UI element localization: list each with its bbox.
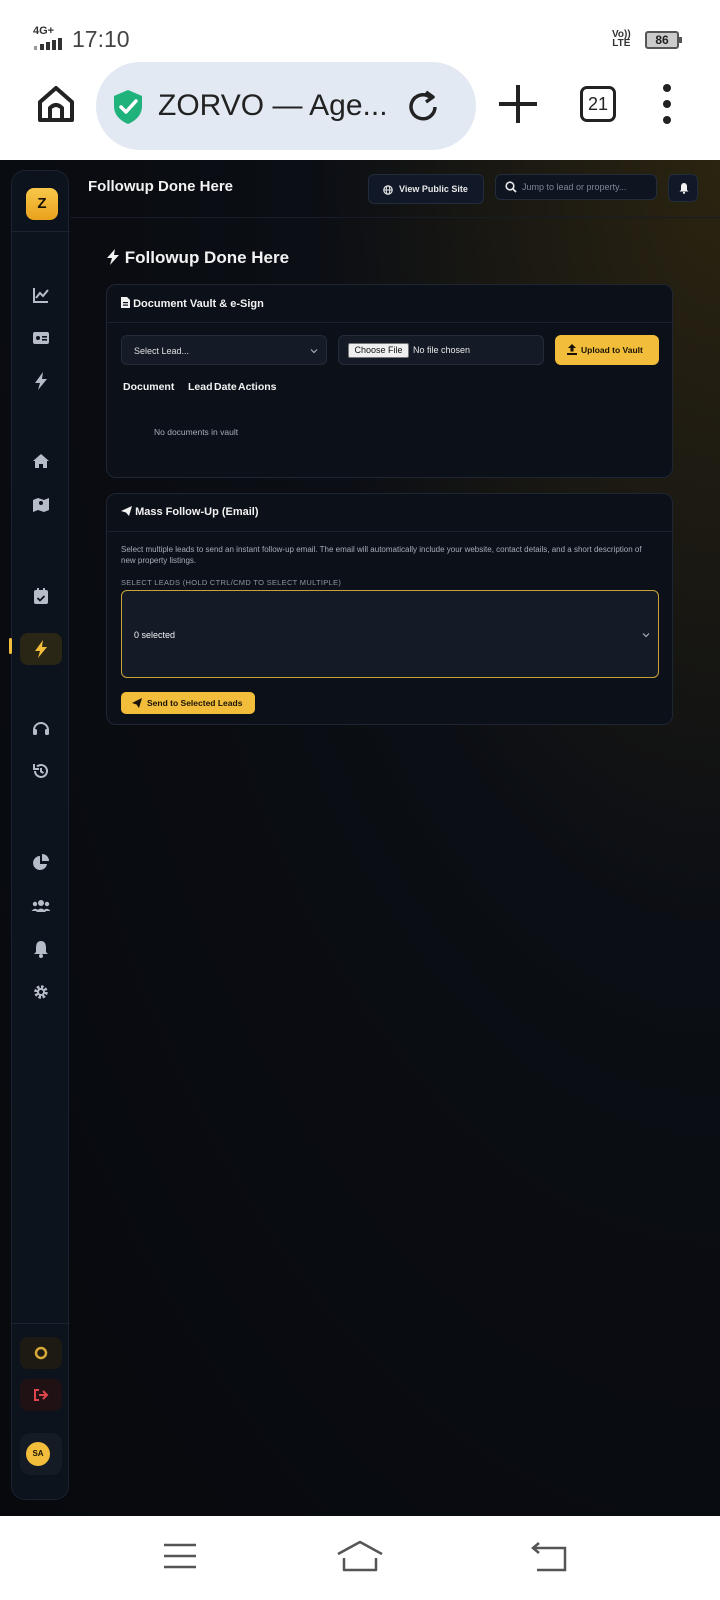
file-pdf-icon	[121, 297, 130, 308]
id-card-icon[interactable]	[30, 327, 52, 349]
map-icon[interactable]	[30, 493, 52, 515]
select-lead-value: Select Lead...	[134, 346, 190, 356]
select-leads-multiselect[interactable]: 0 selected	[121, 590, 659, 678]
globe-icon	[383, 185, 393, 195]
chart-line-icon[interactable]	[30, 284, 52, 306]
vault-title: Document Vault & e-Sign	[133, 298, 264, 310]
pie-chart-icon[interactable]	[30, 852, 52, 874]
column-header-document: Document	[123, 381, 175, 393]
column-header-lead: Lead	[188, 381, 213, 393]
new-tab-icon[interactable]	[497, 83, 539, 125]
card-header: Document Vault & e-Sign	[107, 285, 672, 323]
page-heading: Followup Done Here	[106, 248, 289, 268]
active-indicator	[9, 638, 12, 654]
page-heading-text: Followup Done Here	[124, 248, 290, 267]
bolt-icon	[107, 249, 119, 265]
app-container: Z SA Followup Done Here View Public Site…	[0, 160, 720, 1516]
history-icon[interactable]	[30, 760, 52, 782]
send-to-selected-leads-button[interactable]: Send to Selected Leads	[121, 692, 255, 714]
sidebar-divider	[12, 231, 70, 232]
choose-file-button[interactable]: Choose File	[348, 343, 409, 358]
paper-plane-icon	[132, 698, 142, 708]
view-public-site-button[interactable]: View Public Site	[368, 174, 484, 204]
reload-icon[interactable]	[404, 88, 442, 126]
page-title: ZORVO — Age...	[158, 89, 388, 122]
tab-switcher-button[interactable]: 21	[580, 86, 616, 122]
network-type: 4G+	[33, 25, 55, 37]
headset-icon[interactable]	[30, 717, 52, 739]
mass-followup-description: Select multiple leads to send an instant…	[121, 545, 642, 565]
users-icon[interactable]	[30, 895, 52, 917]
signal-icon	[34, 38, 62, 50]
chevron-down-icon	[310, 349, 318, 354]
sun-icon	[34, 1346, 48, 1360]
select-lead-dropdown[interactable]: Select Lead...	[121, 335, 327, 365]
chevron-down-icon	[642, 633, 650, 638]
app-logo[interactable]: Z	[26, 188, 58, 220]
document-vault-card: Document Vault & e-Sign Select Lead... C…	[106, 284, 673, 478]
upload-to-vault-button[interactable]: Upload to Vault	[555, 335, 659, 365]
system-home-icon[interactable]	[336, 1540, 384, 1572]
theme-toggle-button[interactable]	[20, 1337, 62, 1369]
bell-icon[interactable]	[30, 938, 52, 960]
column-header-actions: Actions	[238, 381, 277, 393]
sidebar-divider	[12, 1323, 70, 1324]
mass-followup-title: Mass Follow-Up (Email)	[135, 506, 259, 518]
file-input: Choose File No file chosen	[338, 335, 544, 365]
search-input[interactable]	[522, 179, 652, 195]
bell-icon	[679, 183, 689, 194]
paper-plane-icon	[121, 506, 132, 516]
lte-label: LTE	[612, 38, 631, 49]
logout-icon	[34, 1389, 49, 1401]
card-title: Document Vault & e-Sign	[121, 297, 264, 310]
topbar-divider	[70, 217, 720, 218]
back-icon[interactable]	[531, 1542, 567, 1572]
address-bar[interactable]: ZORVO — Age...	[96, 62, 476, 150]
sidebar: Z SA	[9, 170, 70, 1500]
system-nav-bar	[0, 1516, 720, 1600]
card-title: Mass Follow-Up (Email)	[121, 506, 259, 518]
avatar[interactable]: SA	[26, 1442, 50, 1466]
upload-label: Upload to Vault	[581, 345, 643, 355]
topbar-title: Followup Done Here	[88, 178, 234, 195]
send-label: Send to Selected Leads	[147, 698, 243, 708]
calendar-check-icon[interactable]	[30, 585, 52, 607]
upload-icon	[567, 344, 577, 355]
view-public-site-label: View Public Site	[399, 184, 468, 194]
search-icon	[505, 181, 517, 193]
clock: 17:10	[72, 26, 130, 52]
mass-followup-card: Mass Follow-Up (Email) Select multiple l…	[106, 493, 673, 725]
battery-icon: 86	[645, 31, 682, 49]
home-icon[interactable]	[30, 450, 52, 472]
notifications-button[interactable]	[668, 174, 698, 202]
overflow-menu-icon[interactable]	[660, 84, 674, 124]
volte-indicator: Vo)) LTE	[612, 30, 631, 49]
column-header-date: Date	[214, 381, 237, 393]
browser-home-icon[interactable]	[36, 84, 76, 124]
no-file-label: No file chosen	[413, 345, 471, 355]
global-search	[495, 174, 657, 200]
empty-state-text: No documents in vault	[154, 427, 239, 437]
bolt-icon[interactable]	[30, 370, 52, 392]
logout-button[interactable]	[20, 1379, 62, 1411]
bolt-icon[interactable]	[30, 638, 52, 660]
browser-toolbar: ZORVO — Age... 21	[0, 58, 720, 158]
select-leads-label: SELECT LEADS (HOLD CTRL/CMD TO SELECT MU…	[121, 578, 342, 587]
card-header: Mass Follow-Up (Email)	[107, 494, 672, 532]
gear-icon[interactable]	[30, 981, 52, 1003]
secure-shield-icon	[114, 90, 142, 124]
selected-count: 0 selected	[134, 630, 176, 640]
recent-apps-icon[interactable]	[163, 1542, 197, 1570]
